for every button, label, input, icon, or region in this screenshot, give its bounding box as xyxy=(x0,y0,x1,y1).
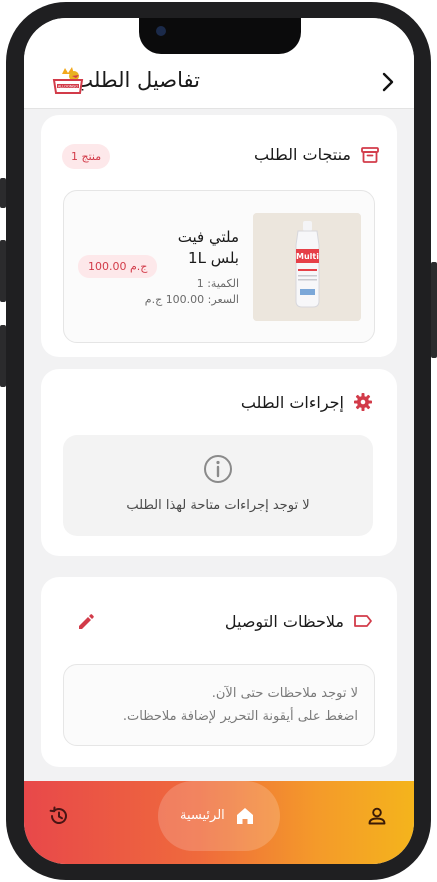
bottle-image: Multi xyxy=(253,213,361,321)
svg-text:Multi: Multi xyxy=(296,252,319,261)
actions-empty-text: لا توجد إجراءات متاحة لهذا الطلب xyxy=(126,498,310,513)
label-icon xyxy=(354,615,372,627)
phone-volume-up xyxy=(0,240,6,302)
bottom-navigation: الرئيسية xyxy=(24,781,414,864)
product-name-line1: ملتي فيت xyxy=(177,228,239,246)
screen: تفاصيل الطلب ALLOONGO منتجات الطلب 1 منت… xyxy=(24,18,414,864)
order-actions-card: إجراءات الطلب لا توجد إجراءات متاحة لهذا… xyxy=(41,369,397,556)
notes-empty-line2: اضغط على أيقونة التحرير لإضافة ملاحظات. xyxy=(122,709,358,724)
history-icon[interactable] xyxy=(48,805,70,827)
product-unit-price: السعر: 100.00 ج.م xyxy=(144,293,239,306)
actions-empty-state: لا توجد إجراءات متاحة لهذا الطلب xyxy=(63,435,373,536)
phone-mute-switch xyxy=(0,178,6,208)
page-content: منتجات الطلب 1 منتج Multi ملتي فيت بلس 1… xyxy=(24,109,414,781)
home-nav-button[interactable]: الرئيسية xyxy=(158,781,280,851)
archive-box-icon xyxy=(361,147,379,163)
front-camera xyxy=(156,26,166,36)
gear-icon xyxy=(354,393,372,411)
chevron-right-icon[interactable] xyxy=(376,70,400,94)
home-icon xyxy=(237,808,253,824)
actions-card-title: إجراءات الطلب xyxy=(240,393,344,412)
product-item[interactable]: Multi ملتي فيت بلس 1L الكمية: 1 السعر: 1… xyxy=(63,190,375,343)
phone-volume-down xyxy=(0,325,6,387)
product-name: ملتي فيت بلس 1L xyxy=(149,227,239,269)
products-card-title: منتجات الطلب xyxy=(253,145,351,164)
notch xyxy=(139,18,301,54)
edit-pencil-icon[interactable] xyxy=(77,613,95,631)
product-image: Multi xyxy=(253,213,361,321)
user-profile-icon[interactable] xyxy=(366,805,388,827)
svg-text:ALLOONGO: ALLOONGO xyxy=(58,85,78,89)
delivery-notes-card: ملاحظات التوصيل لا توجد ملاحظات حتى الآن… xyxy=(41,577,397,767)
product-total-badge: 100.00 ج.م xyxy=(78,255,158,278)
order-products-card: منتجات الطلب 1 منتج Multi ملتي فيت بلس 1… xyxy=(41,115,397,357)
info-icon xyxy=(204,455,232,483)
product-quantity: الكمية: 1 xyxy=(196,277,239,290)
phone-power-button xyxy=(431,262,437,358)
notes-empty-line1: لا توجد ملاحظات حتى الآن. xyxy=(211,686,358,701)
brand-logo: ALLOONGO xyxy=(52,67,84,94)
product-name-line2: بلس 1L xyxy=(188,249,239,267)
notes-empty-state: لا توجد ملاحظات حتى الآن. اضغط على أيقون… xyxy=(63,664,375,746)
notes-card-title: ملاحظات التوصيل xyxy=(224,612,344,631)
product-count-badge: 1 منتج xyxy=(62,144,111,169)
home-nav-label: الرئيسية xyxy=(180,808,225,823)
page-title: تفاصيل الطلب xyxy=(73,68,200,92)
